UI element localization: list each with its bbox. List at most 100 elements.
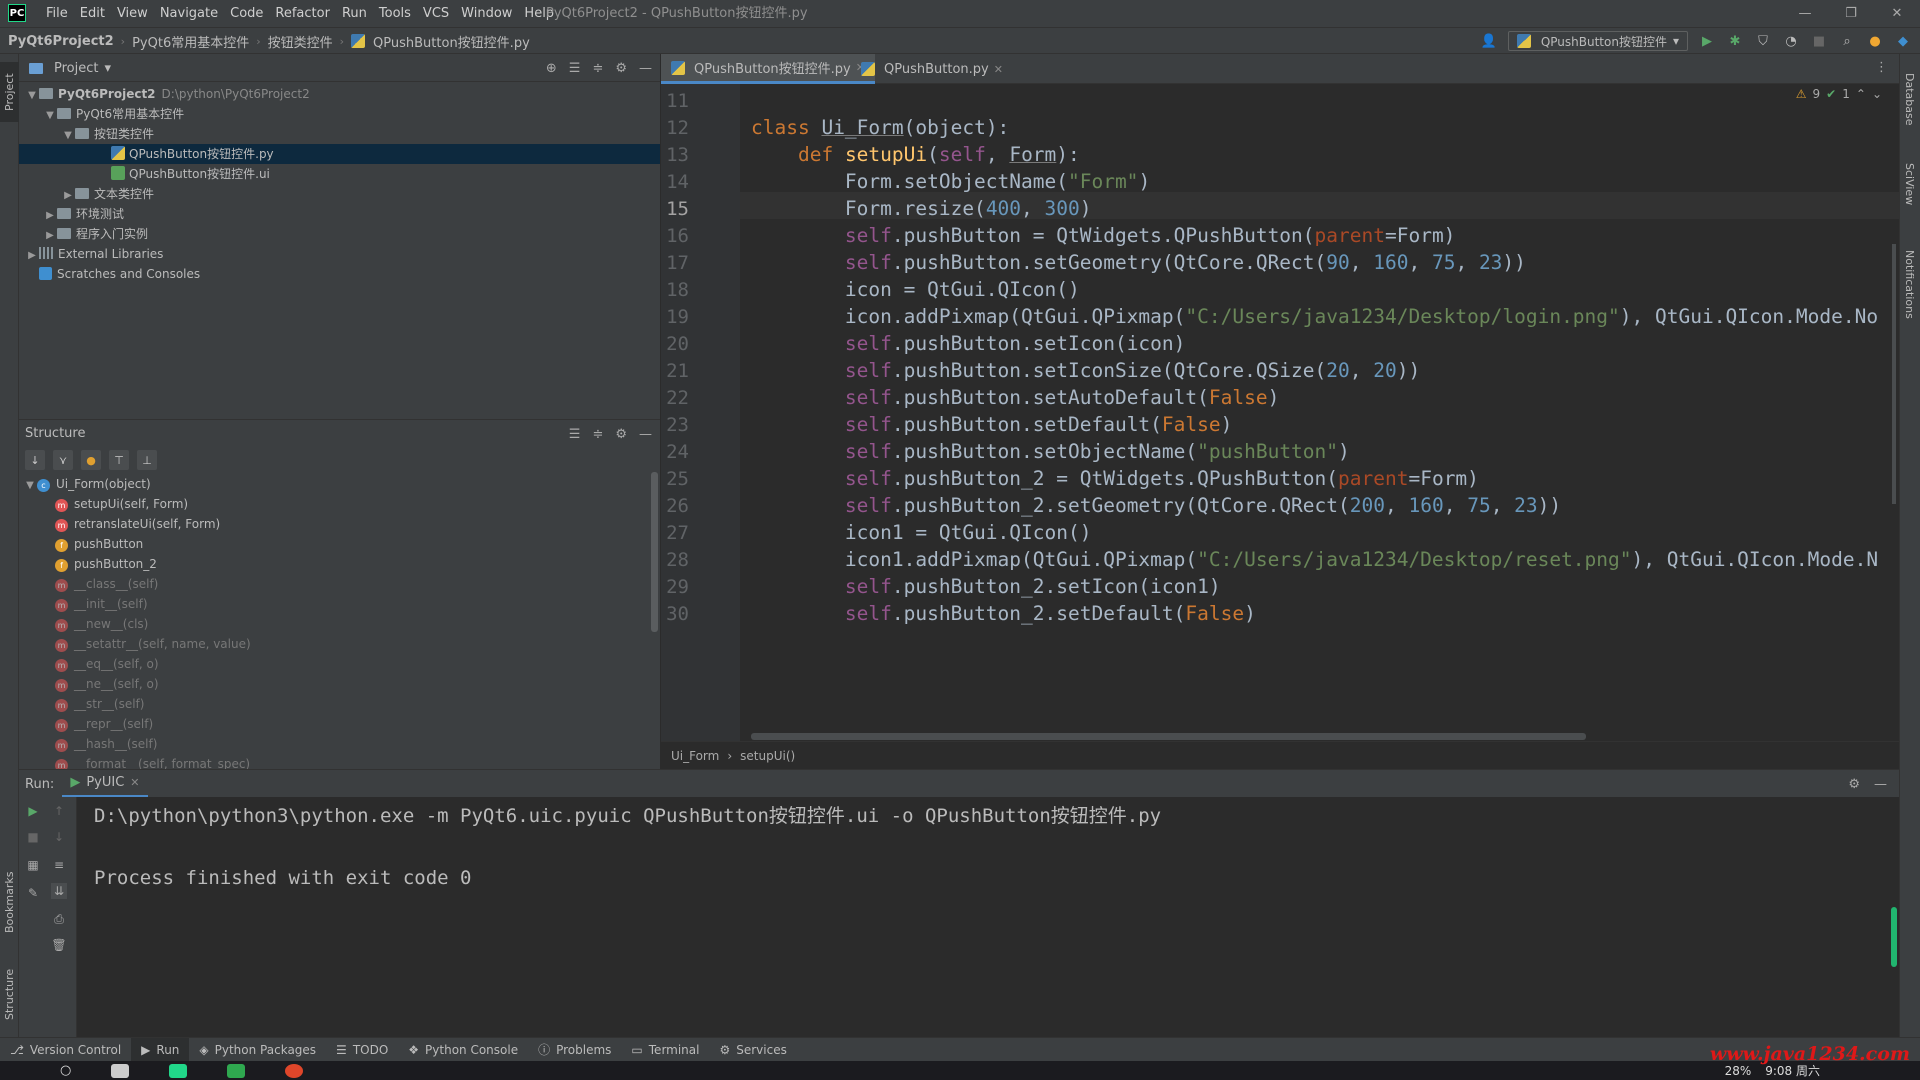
chevron-down-icon[interactable]: ▼	[25, 86, 39, 106]
gear-icon[interactable]: ⚙	[615, 61, 627, 76]
minimize-button[interactable]: —	[1782, 0, 1828, 27]
coverage-icon[interactable]: ⛉	[1754, 32, 1772, 50]
project-tree-item[interactable]: ▶ 文本类控件	[19, 184, 660, 204]
bottom-tab[interactable]: ⓘ Problems	[528, 1038, 621, 1062]
menu-item[interactable]: Tools	[373, 0, 417, 27]
project-tree-item[interactable]: QPushButton按钮控件.py	[19, 144, 660, 164]
gear-icon[interactable]: ⚙	[615, 427, 627, 442]
update-icon[interactable]: ●	[1866, 32, 1884, 50]
structure-item[interactable]: ▼ c Ui_Form(object)	[19, 474, 629, 494]
menu-item[interactable]: File	[40, 0, 74, 27]
soft-wrap-icon[interactable]: ≡	[51, 857, 67, 873]
database-tool-tab[interactable]: Database	[1900, 64, 1919, 134]
sciview-tool-tab[interactable]: SciView	[1900, 154, 1919, 214]
chevron-down-icon[interactable]: ▼	[43, 106, 57, 126]
structure-item[interactable]: m __new__(cls)	[19, 614, 629, 634]
browser-taskbar-icon[interactable]	[285, 1063, 304, 1078]
breadcrumb-project[interactable]: PyQt6Project2	[8, 34, 114, 49]
chevron-right-icon[interactable]: ▶	[25, 246, 39, 266]
menu-item[interactable]: Refactor	[269, 0, 336, 27]
menu-item[interactable]: Window	[455, 0, 518, 27]
hide-icon[interactable]: —	[1874, 777, 1887, 792]
close-icon[interactable]: ✕	[130, 776, 139, 789]
notifications-tool-tab[interactable]: Notifications	[1900, 234, 1919, 334]
search-icon[interactable]: ○	[60, 1063, 71, 1078]
run-icon[interactable]: ▶	[1698, 32, 1716, 50]
plugin-icon[interactable]: ◆	[1894, 32, 1912, 50]
user-icon[interactable]: 👤	[1480, 32, 1498, 50]
stop-icon[interactable]: ■	[1810, 32, 1828, 50]
collapse-all-icon[interactable]: ≑	[592, 427, 603, 442]
menu-item[interactable]: Edit	[74, 0, 111, 27]
gear-icon[interactable]: ⚙	[1848, 777, 1860, 792]
menu-item[interactable]: View	[111, 0, 154, 27]
project-tree-item[interactable]: Scratches and Consoles	[19, 264, 660, 284]
sort-alpha-icon[interactable]: ↓	[25, 450, 45, 470]
close-icon[interactable]: ✕	[994, 63, 1003, 76]
structure-item[interactable]: m setupUi(self, Form)	[19, 494, 629, 514]
breadcrumb-file[interactable]: QPushButton按钮控件.py	[373, 32, 530, 51]
arrow-up-icon[interactable]: ↑	[51, 803, 67, 819]
debug-icon[interactable]: ✱	[1726, 32, 1744, 50]
console-scrollbar[interactable]	[1891, 907, 1897, 967]
bottom-tab[interactable]: ▶ Run	[131, 1037, 190, 1062]
chevron-right-icon[interactable]: ▶	[61, 186, 75, 206]
more-tabs-icon[interactable]: ⋮	[1875, 60, 1888, 75]
profile-icon[interactable]: ◔	[1782, 32, 1800, 50]
bottom-tab[interactable]: ⚙ Services	[709, 1038, 796, 1062]
chevron-down-icon[interactable]: ▼	[23, 476, 37, 496]
bookmarks-tool-tab[interactable]: Bookmarks	[0, 862, 19, 942]
breadcrumb-folder[interactable]: PyQt6常用基本控件	[132, 32, 249, 51]
expand-all-icon[interactable]: ☰	[569, 61, 581, 76]
stop-icon[interactable]: ■	[25, 829, 41, 845]
restore-button[interactable]: ❐	[1828, 0, 1874, 27]
structure-item[interactable]: f pushButton	[19, 534, 629, 554]
hide-icon[interactable]: —	[639, 61, 652, 76]
structure-item[interactable]: m retranslateUi(self, Form)	[19, 514, 629, 534]
structure-item[interactable]: m __repr__(self)	[19, 714, 629, 734]
project-view-select[interactable]: Project ▾	[29, 54, 111, 82]
vertical-scrollbar[interactable]	[1892, 244, 1896, 504]
run-tab-pyuic[interactable]: ▶ PyUIC ✕	[62, 770, 148, 798]
collapse-all-icon[interactable]: ≑	[592, 61, 603, 76]
autoscroll-icon[interactable]: ⊥	[137, 450, 157, 470]
chevron-down-icon[interactable]: ⌄	[1872, 87, 1882, 101]
project-tree-item[interactable]: ▶ External Libraries	[19, 244, 660, 264]
expand-all-icon[interactable]: ☰	[569, 427, 581, 442]
structure-item[interactable]: m __setattr__(self, name, value)	[19, 634, 629, 654]
bottom-tab[interactable]: ◈ Python Packages	[189, 1038, 326, 1062]
trash-icon[interactable]: 🗑	[51, 937, 67, 953]
structure-item[interactable]: f pushButton_2	[19, 554, 629, 574]
pycharm-taskbar-icon[interactable]	[169, 1063, 188, 1078]
pin-icon[interactable]: ✎	[25, 885, 41, 901]
editor-tab[interactable]: QPushButton.py ✕	[851, 54, 1013, 84]
bottom-tab[interactable]: ▭ Terminal	[621, 1038, 709, 1062]
bottom-tab[interactable]: ☰ TODO	[326, 1038, 398, 1062]
show-inherited-icon[interactable]: ⋎	[53, 450, 73, 470]
structure-item[interactable]: m __class__(self)	[19, 574, 629, 594]
structure-item[interactable]: m __ne__(self, o)	[19, 674, 629, 694]
bottom-tab[interactable]: ⎇ Version Control	[0, 1038, 131, 1062]
bottom-tab[interactable]: ❖ Python Console	[398, 1038, 528, 1062]
structure-item[interactable]: m __eq__(self, o)	[19, 654, 629, 674]
structure-item[interactable]: m __hash__(self)	[19, 734, 629, 754]
project-tree-item[interactable]: ▼ PyQt6常用基本控件	[19, 104, 660, 124]
menu-item[interactable]: VCS	[417, 0, 455, 27]
print-icon[interactable]: ⎙	[51, 911, 67, 927]
structure-tool-tab[interactable]: Structure	[0, 954, 19, 1034]
scroll-to-end-icon[interactable]: ⇊	[51, 883, 67, 899]
project-tree-item[interactable]: ▶ 环境测试	[19, 204, 660, 224]
chevron-right-icon[interactable]: ▶	[43, 206, 57, 226]
layout-icon[interactable]: ▦	[25, 857, 41, 873]
run-configuration-select[interactable]: QPushButton按钮控件 ▾	[1507, 31, 1688, 51]
project-tree-item[interactable]: QPushButton按钮控件.ui	[19, 164, 660, 184]
chevron-down-icon[interactable]: ▼	[61, 126, 75, 146]
menu-item[interactable]: Code	[224, 0, 269, 27]
hide-icon[interactable]: —	[639, 427, 652, 442]
run-console[interactable]: D:\python\python3\python.exe -m PyQt6.ui…	[77, 797, 1899, 1037]
code-breadcrumb-method[interactable]: setupUi()	[740, 749, 795, 763]
code-line[interactable]: self.pushButton_2.setDefault(False)	[751, 597, 1256, 630]
structure-scrollbar[interactable]	[651, 472, 658, 632]
project-tree-item[interactable]: ▼ PyQt6Project2 D:\python\PyQt6Project2	[19, 84, 660, 104]
chevron-up-icon[interactable]: ⌃	[1856, 87, 1866, 101]
